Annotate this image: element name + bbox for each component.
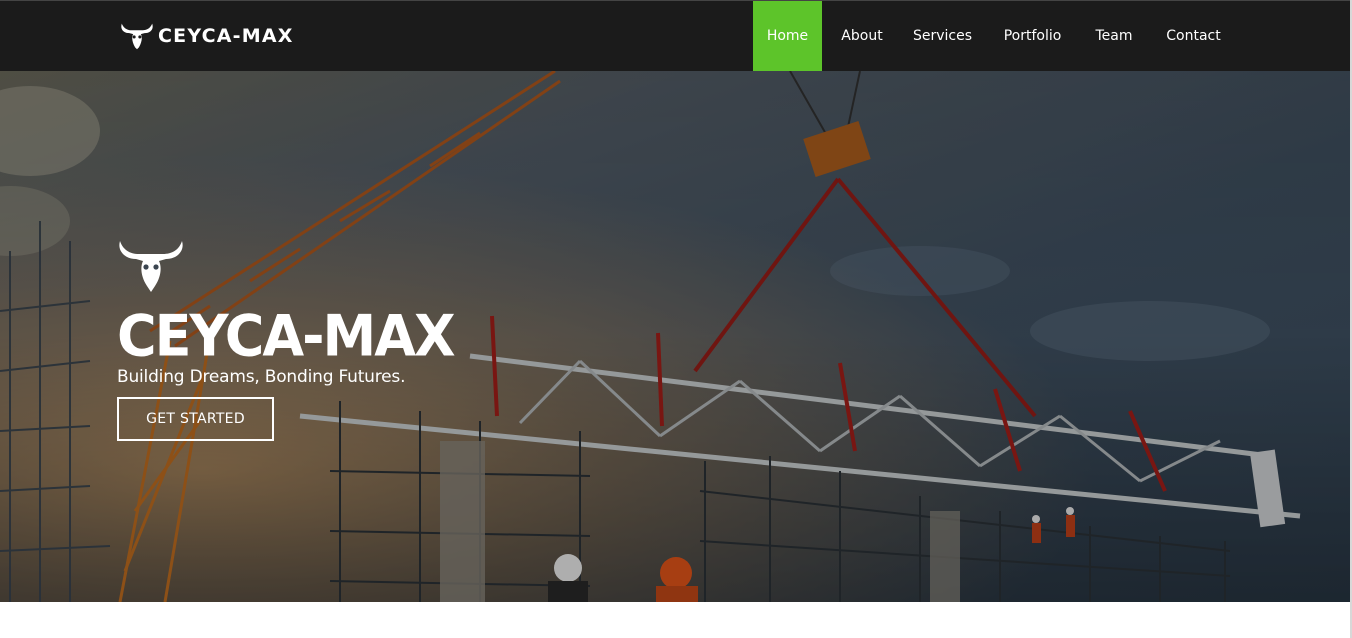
goat-skull-icon — [121, 23, 153, 50]
brand-link[interactable]: CEYCA-MAX — [118, 21, 294, 51]
nav-item-home[interactable]: Home — [753, 1, 822, 71]
nav-item-contact[interactable]: Contact — [1146, 1, 1241, 71]
hero-content: CEYCA-MAX Building Dreams, Bonding Futur… — [117, 239, 456, 441]
navbar: CEYCA-MAX Home About Services Portfolio … — [0, 1, 1350, 71]
hero-section: CEYCA-MAX Building Dreams, Bonding Futur… — [0, 71, 1350, 602]
get-started-button[interactable]: GET STARTED — [117, 397, 274, 441]
brand-name: CEYCA-MAX — [158, 25, 294, 47]
goat-skull-icon — [119, 241, 183, 292]
nav-item-services[interactable]: Services — [902, 1, 983, 71]
nav-item-about[interactable]: About — [822, 1, 902, 71]
hero-title: CEYCA-MAX — [117, 302, 456, 369]
nav-item-team[interactable]: Team — [1082, 1, 1146, 71]
nav-item-portfolio[interactable]: Portfolio — [983, 1, 1082, 71]
hero-tagline: Building Dreams, Bonding Futures. — [117, 367, 406, 387]
main-nav: Home About Services Portfolio Team Conta… — [753, 1, 1241, 71]
